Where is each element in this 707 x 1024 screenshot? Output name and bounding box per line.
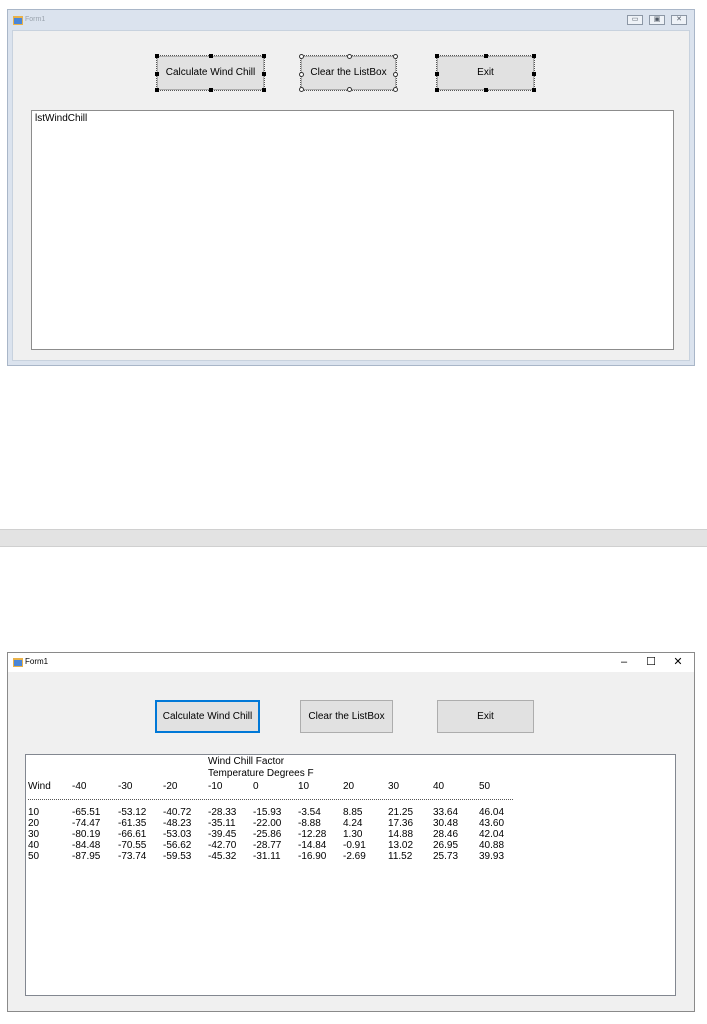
designer-title: Form1 bbox=[25, 16, 46, 23]
list-header-cell: 0 bbox=[253, 781, 259, 792]
resize-handle[interactable] bbox=[435, 88, 439, 92]
resize-handle[interactable] bbox=[155, 88, 159, 92]
form-icon bbox=[13, 16, 23, 25]
close-icon[interactable]: ✕ bbox=[665, 653, 691, 672]
resize-handle[interactable] bbox=[155, 72, 159, 76]
resize-handle[interactable] bbox=[299, 72, 304, 77]
designer-calculate-button[interactable]: Calculate Wind Chill bbox=[155, 54, 266, 92]
calculate-wind-chill-button[interactable]: Calculate Wind Chill bbox=[155, 700, 260, 733]
list-subtitle: Temperature Degrees F bbox=[208, 768, 314, 779]
runtime-form-window: Form1 – ☐ ✕ Calculate Wind Chill Clear t… bbox=[7, 652, 695, 1012]
designer-calculate-label: Calculate Wind Chill bbox=[165, 67, 256, 78]
list-header-cell: Wind bbox=[28, 781, 51, 792]
exit-button[interactable]: Exit bbox=[437, 700, 534, 733]
list-header-cell: 50 bbox=[479, 781, 491, 792]
runtime-title: Form1 bbox=[25, 657, 49, 666]
list-header-cell: -40 bbox=[72, 781, 87, 792]
designer-exit-label: Exit bbox=[477, 67, 494, 78]
wind-speed-cell: 50 bbox=[28, 851, 40, 862]
resize-handle[interactable] bbox=[484, 54, 488, 58]
wind-chill-value-cell: 39.93 bbox=[479, 851, 505, 862]
designer-maximize-button[interactable]: ▣ bbox=[649, 15, 665, 25]
designer-client-area: Calculate Wind Chill Clear the ListBox E… bbox=[12, 30, 690, 361]
designer-clear-button[interactable]: Clear the ListBox bbox=[299, 54, 398, 92]
wind-chill-value-cell: -73.74 bbox=[118, 851, 147, 862]
resize-handle[interactable] bbox=[393, 87, 398, 92]
form-icon bbox=[13, 658, 23, 667]
wind-chill-value-cell: 25.73 bbox=[433, 851, 459, 862]
list-header-cell: -30 bbox=[118, 781, 133, 792]
resize-handle[interactable] bbox=[435, 72, 439, 76]
resize-handle[interactable] bbox=[435, 54, 439, 58]
wind-chill-listbox[interactable]: Wind Chill Factor Temperature Degrees F … bbox=[25, 754, 676, 996]
resize-handle[interactable] bbox=[262, 72, 266, 76]
runtime-titlebar: Form1 – ☐ ✕ bbox=[8, 653, 694, 672]
wind-chill-value-cell: -2.69 bbox=[343, 851, 366, 862]
dotted-separator bbox=[28, 799, 513, 800]
resize-handle[interactable] bbox=[155, 54, 159, 58]
resize-handle[interactable] bbox=[532, 88, 536, 92]
list-header-cell: 20 bbox=[343, 781, 355, 792]
resize-handle[interactable] bbox=[347, 54, 352, 59]
clear-listbox-button[interactable]: Clear the ListBox bbox=[300, 700, 393, 733]
wind-chill-value-cell: 11.52 bbox=[388, 851, 413, 862]
list-header-cell: 40 bbox=[433, 781, 445, 792]
designer-form-window: Form1 ▭ ▣ ✕ Calculate Wind Chill Clear t… bbox=[7, 9, 695, 366]
resize-handle[interactable] bbox=[209, 88, 213, 92]
designer-listbox[interactable]: lstWindChill bbox=[31, 110, 674, 350]
designer-exit-button[interactable]: Exit bbox=[435, 54, 536, 92]
wind-chill-value-cell: -16.90 bbox=[298, 851, 327, 862]
resize-handle[interactable] bbox=[262, 54, 266, 58]
resize-handle[interactable] bbox=[532, 72, 536, 76]
resize-handle[interactable] bbox=[299, 87, 304, 92]
list-header-cell: 10 bbox=[298, 781, 310, 792]
resize-handle[interactable] bbox=[532, 54, 536, 58]
maximize-icon[interactable]: ☐ bbox=[638, 653, 664, 672]
list-header-cell: -20 bbox=[163, 781, 178, 792]
resize-handle[interactable] bbox=[299, 54, 304, 59]
resize-handle[interactable] bbox=[484, 88, 488, 92]
resize-handle[interactable] bbox=[262, 88, 266, 92]
designer-titlebar: Form1 ▭ ▣ ✕ bbox=[8, 10, 694, 30]
minimize-icon[interactable]: – bbox=[611, 653, 637, 672]
resize-handle[interactable] bbox=[393, 72, 398, 77]
resize-handle[interactable] bbox=[393, 54, 398, 59]
resize-handle[interactable] bbox=[209, 54, 213, 58]
designer-listbox-name: lstWindChill bbox=[35, 113, 88, 124]
list-header-cell: 30 bbox=[388, 781, 400, 792]
wind-chill-value-cell: -45.32 bbox=[208, 851, 237, 862]
wind-chill-value-cell: -31.11 bbox=[253, 851, 281, 862]
resize-handle[interactable] bbox=[347, 87, 352, 92]
wind-chill-value-cell: -87.95 bbox=[72, 851, 101, 862]
list-header-cell: -10 bbox=[208, 781, 223, 792]
designer-minimize-button[interactable]: ▭ bbox=[627, 15, 643, 25]
designer-clear-label: Clear the ListBox bbox=[310, 67, 387, 78]
section-divider bbox=[0, 529, 707, 547]
designer-close-button[interactable]: ✕ bbox=[671, 15, 687, 25]
wind-chill-value-cell: -59.53 bbox=[163, 851, 192, 862]
list-title: Wind Chill Factor bbox=[208, 756, 285, 767]
